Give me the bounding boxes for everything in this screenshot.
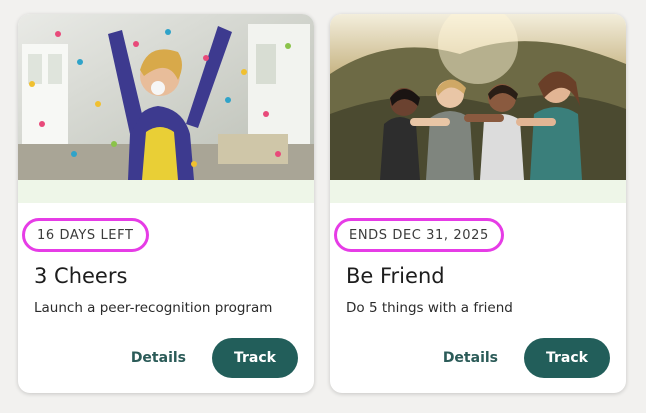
card-description: Do 5 things with a friend — [346, 300, 513, 316]
challenge-card-3-cheers[interactable]: 16 DAYS LEFT 3 Cheers Launch a peer-reco… — [18, 14, 314, 393]
details-link[interactable]: Details — [443, 350, 498, 366]
days-left-badge: 16 DAYS LEFT — [22, 218, 149, 252]
track-button[interactable]: Track — [212, 338, 298, 378]
track-button[interactable]: Track — [524, 338, 610, 378]
card-title: Be Friend — [346, 264, 445, 288]
friends-photo — [330, 14, 626, 180]
details-link[interactable]: Details — [131, 350, 186, 366]
card-accent-strip — [330, 180, 626, 203]
card-title: 3 Cheers — [34, 264, 128, 288]
challenge-card-be-friend[interactable]: ENDS DEC 31, 2025 Be Friend Do 5 things … — [330, 14, 626, 393]
end-date-badge: ENDS DEC 31, 2025 — [334, 218, 504, 252]
card-accent-strip — [18, 180, 314, 203]
celebration-photo — [18, 14, 314, 180]
card-description: Launch a peer-recognition program — [34, 300, 273, 316]
